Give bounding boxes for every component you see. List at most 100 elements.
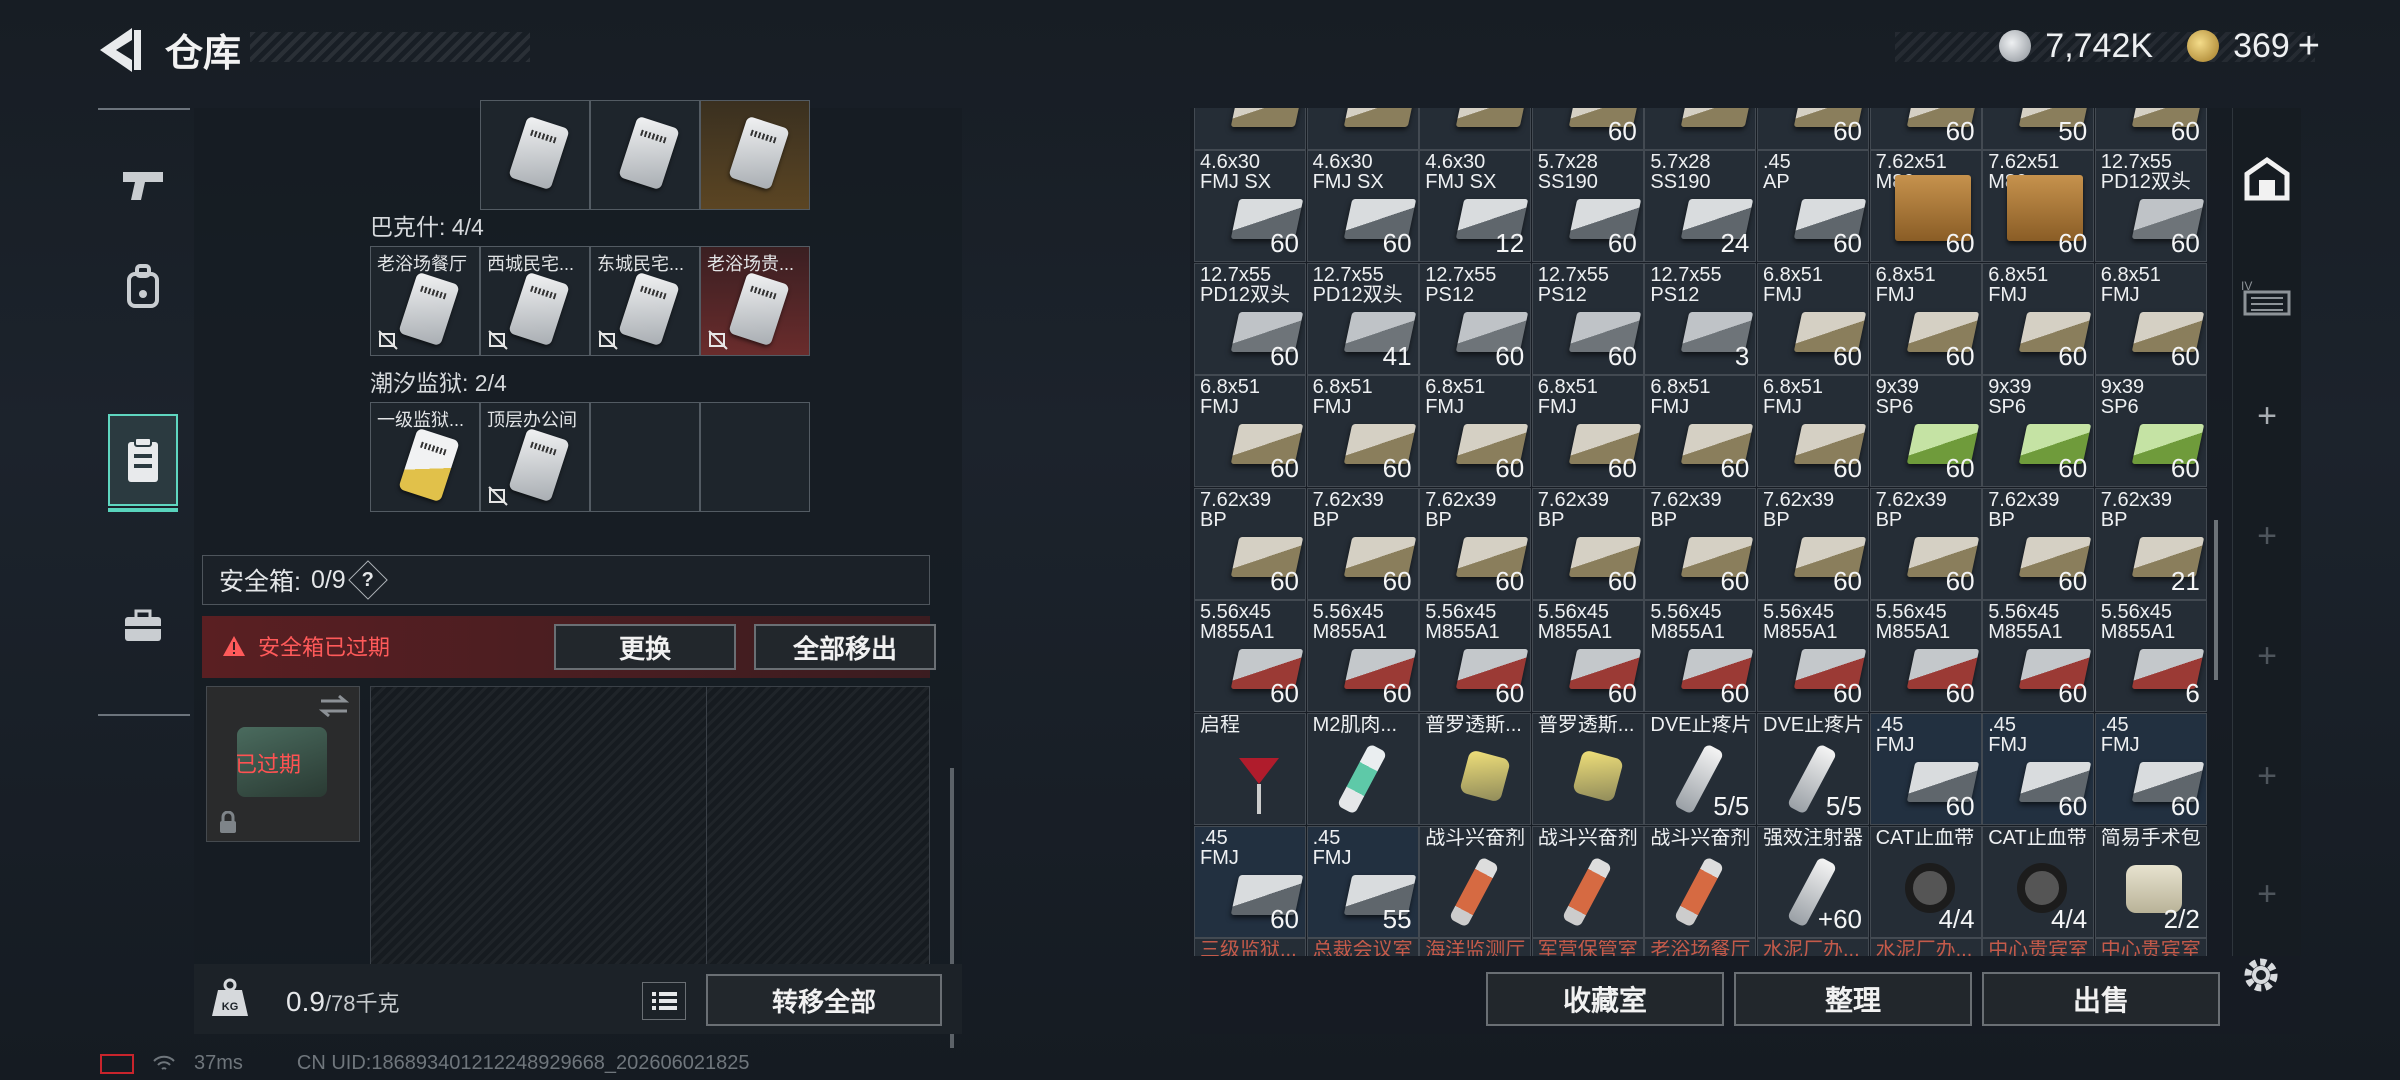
- warehouse-item-cell[interactable]: 5.7x28 SS190 60: [1531, 150, 1644, 262]
- warehouse-item-cell[interactable]: 50: [1982, 108, 2095, 150]
- replace-button[interactable]: 更换: [554, 624, 736, 670]
- warehouse-item-cell[interactable]: 7.62x39 BP 60: [1869, 487, 1982, 600]
- remove-all-button[interactable]: 全部移出: [754, 624, 936, 670]
- list-view-button[interactable]: [642, 982, 686, 1020]
- warehouse-item-cell[interactable]: 9x39 SP6 60: [1982, 375, 2095, 488]
- key-card-slot[interactable]: [480, 100, 590, 210]
- warehouse-item-cell[interactable]: 7.62x51 M8060: [1982, 150, 2095, 262]
- warehouse-item-cell[interactable]: 4.6x30 FMJ SX 60: [1194, 150, 1306, 262]
- warehouse-item-cell[interactable]: 海洋监测厅: [1419, 938, 1532, 956]
- key-card-slot[interactable]: 西城民宅...: [480, 246, 590, 356]
- settings-gear-icon[interactable]: [2238, 952, 2284, 998]
- locked-container-slot[interactable]: +: [2233, 736, 2301, 816]
- warehouse-item-cell[interactable]: 5.56x45 M855A1 60: [1644, 600, 1757, 713]
- warehouse-item-cell[interactable]: [1419, 108, 1532, 150]
- warehouse-item-cell[interactable]: 12.7x55 PS12 3: [1644, 262, 1757, 375]
- warehouse-item-cell[interactable]: [1306, 108, 1419, 150]
- warehouse-item-cell[interactable]: 4.6x30 FMJ SX 12: [1419, 150, 1532, 262]
- warehouse-item-cell[interactable]: 强效注射器 +60: [1757, 825, 1869, 938]
- nav-items[interactable]: [108, 414, 178, 512]
- warehouse-item-cell[interactable]: 5.7x28 SS190 24: [1644, 150, 1757, 262]
- empty-key-slot[interactable]: [590, 402, 700, 512]
- warehouse-item-cell[interactable]: 启程: [1194, 713, 1306, 825]
- warehouse-item-cell[interactable]: .45 FMJ 60: [1982, 713, 2095, 825]
- warehouse-item-cell[interactable]: 7.62x39 BP 60: [1531, 487, 1644, 600]
- warehouse-item-cell[interactable]: 7.62x51 M8060: [1869, 150, 1982, 262]
- transfer-all-button[interactable]: 转移全部: [706, 974, 942, 1026]
- warehouse-item-cell[interactable]: 60: [2094, 108, 2207, 150]
- warehouse-item-cell[interactable]: 7.62x39 BP 60: [1194, 487, 1306, 600]
- sort-button[interactable]: 整理: [1734, 972, 1972, 1026]
- locked-container-slot[interactable]: +: [2233, 496, 2301, 576]
- warehouse-item-cell[interactable]: 12.7x55 PD12双头 60: [2094, 150, 2207, 262]
- locked-container-slot[interactable]: +: [2233, 616, 2301, 696]
- empty-key-slot[interactable]: [700, 402, 810, 512]
- key-card-slot[interactable]: 老浴场餐厅: [370, 246, 480, 356]
- warehouse-item-cell[interactable]: 6.8x51 FMJ 60: [1757, 262, 1869, 375]
- key-card-slot[interactable]: [590, 100, 700, 210]
- warehouse-item-cell[interactable]: 7.62x39 BP 60: [1644, 487, 1757, 600]
- key-card-slot[interactable]: 老浴场贵...: [700, 246, 810, 356]
- grid-scrollbar[interactable]: [2214, 520, 2218, 680]
- warehouse-item-cell[interactable]: 5.56x45 M855A1 60: [1982, 600, 2095, 713]
- warehouse-item-cell[interactable]: .45 FMJ 60: [1194, 825, 1306, 938]
- warehouse-item-cell[interactable]: 普罗透斯...: [1531, 713, 1644, 825]
- warehouse-item-cell[interactable]: 7.62x39 BP 21: [2094, 487, 2207, 600]
- warehouse-item-cell[interactable]: .45 FMJ 60: [2094, 713, 2207, 825]
- warehouse-item-cell[interactable]: 5.56x45 M855A1 60: [1306, 600, 1419, 713]
- nav-gear[interactable]: [108, 240, 178, 332]
- warehouse-item-cell[interactable]: 总裁会议室: [1306, 938, 1419, 956]
- warehouse-item-cell[interactable]: .45 AP 60: [1757, 150, 1869, 262]
- safe-box-item[interactable]: 已过期: [206, 686, 360, 842]
- warehouse-item-cell[interactable]: M2肌肉...: [1306, 713, 1419, 825]
- warehouse-item-cell[interactable]: 12.7x55 PD12双头 60: [1194, 262, 1306, 375]
- key-card-slot[interactable]: 一级监狱...: [370, 402, 480, 512]
- warehouse-item-cell[interactable]: DVE止疼片 5/5: [1757, 713, 1869, 825]
- warehouse-item-cell[interactable]: 12.7x55 PS12 60: [1419, 262, 1532, 375]
- locked-container-slot[interactable]: +: [2233, 854, 2301, 934]
- key-card-slot[interactable]: 顶层办公间: [480, 402, 590, 512]
- warehouse-item-cell[interactable]: 6.8x51 FMJ 60: [2094, 262, 2207, 375]
- warehouse-item-cell[interactable]: 老浴场餐厅: [1644, 938, 1757, 956]
- nav-weapons[interactable]: [108, 140, 178, 232]
- warehouse-item-cell[interactable]: 水泥厂办...: [1757, 938, 1869, 956]
- warehouse-item-cell[interactable]: .45 FMJ 60: [1869, 713, 1982, 825]
- warehouse-tab-button[interactable]: [2233, 138, 2301, 218]
- warehouse-item-cell[interactable]: 7.62x39 BP 60: [1982, 487, 2095, 600]
- warehouse-item-cell[interactable]: 12.7x55 PD12双头 41: [1306, 262, 1419, 375]
- collection-room-button[interactable]: 收藏室: [1486, 972, 1724, 1026]
- warehouse-item-cell[interactable]: 6.8x51 FMJ 60: [1869, 262, 1982, 375]
- warehouse-item-cell[interactable]: 12.7x55 PS12 60: [1531, 262, 1644, 375]
- warehouse-item-cell[interactable]: 60: [1531, 108, 1644, 150]
- warehouse-item-cell[interactable]: 简易手术包 2/2: [2094, 825, 2207, 938]
- container-tab-button[interactable]: IV: [2233, 258, 2301, 338]
- warehouse-item-cell[interactable]: 三级监狱...: [1194, 938, 1306, 956]
- warehouse-item-cell[interactable]: 4.6x30 FMJ SX 60: [1306, 150, 1419, 262]
- warehouse-item-cell[interactable]: 7.62x39 BP 60: [1419, 487, 1532, 600]
- warehouse-item-cell[interactable]: 6.8x51 FMJ 60: [1757, 375, 1869, 488]
- warehouse-item-cell[interactable]: 6.8x51 FMJ 60: [1419, 375, 1532, 488]
- key-card-slot[interactable]: 东城民宅...: [590, 246, 700, 356]
- key-card-slot[interactable]: [700, 100, 810, 210]
- warehouse-item-cell[interactable]: [1644, 108, 1757, 150]
- warehouse-item-cell[interactable]: 6.8x51 FMJ 60: [1644, 375, 1757, 488]
- safe-box-grid[interactable]: [370, 686, 930, 1006]
- warehouse-item-cell[interactable]: .45 FMJ 55: [1306, 825, 1419, 938]
- warehouse-item-cell[interactable]: 5.56x45 M855A1 60: [1757, 600, 1869, 713]
- warehouse-item-cell[interactable]: 9x39 SP6 60: [1869, 375, 1982, 488]
- warehouse-item-cell[interactable]: 9x39 SP6 60: [2094, 375, 2207, 488]
- warehouse-item-cell[interactable]: 战斗兴奋剂: [1419, 825, 1532, 938]
- warehouse-item-cell[interactable]: CAT止血带 4/4: [1982, 825, 2095, 938]
- warehouse-item-cell[interactable]: [1194, 108, 1306, 150]
- warehouse-item-cell[interactable]: DVE止疼片 5/5: [1644, 713, 1757, 825]
- back-button[interactable]: [96, 22, 146, 78]
- warehouse-item-cell[interactable]: 中心贵宾室: [1982, 938, 2095, 956]
- warehouse-item-cell[interactable]: 5.56x45 M855A1 60: [1419, 600, 1532, 713]
- warehouse-item-cell[interactable]: 5.56x45 M855A1 6: [2094, 600, 2207, 713]
- warehouse-item-cell[interactable]: 普罗透斯...: [1419, 713, 1532, 825]
- warehouse-item-cell[interactable]: 6.8x51 FMJ 60: [1306, 375, 1419, 488]
- warehouse-item-cell[interactable]: 战斗兴奋剂: [1644, 825, 1757, 938]
- warehouse-item-cell[interactable]: 6.8x51 FMJ 60: [1982, 262, 2095, 375]
- warehouse-item-cell[interactable]: 战斗兴奋剂: [1531, 825, 1644, 938]
- help-icon[interactable]: ?: [347, 560, 388, 600]
